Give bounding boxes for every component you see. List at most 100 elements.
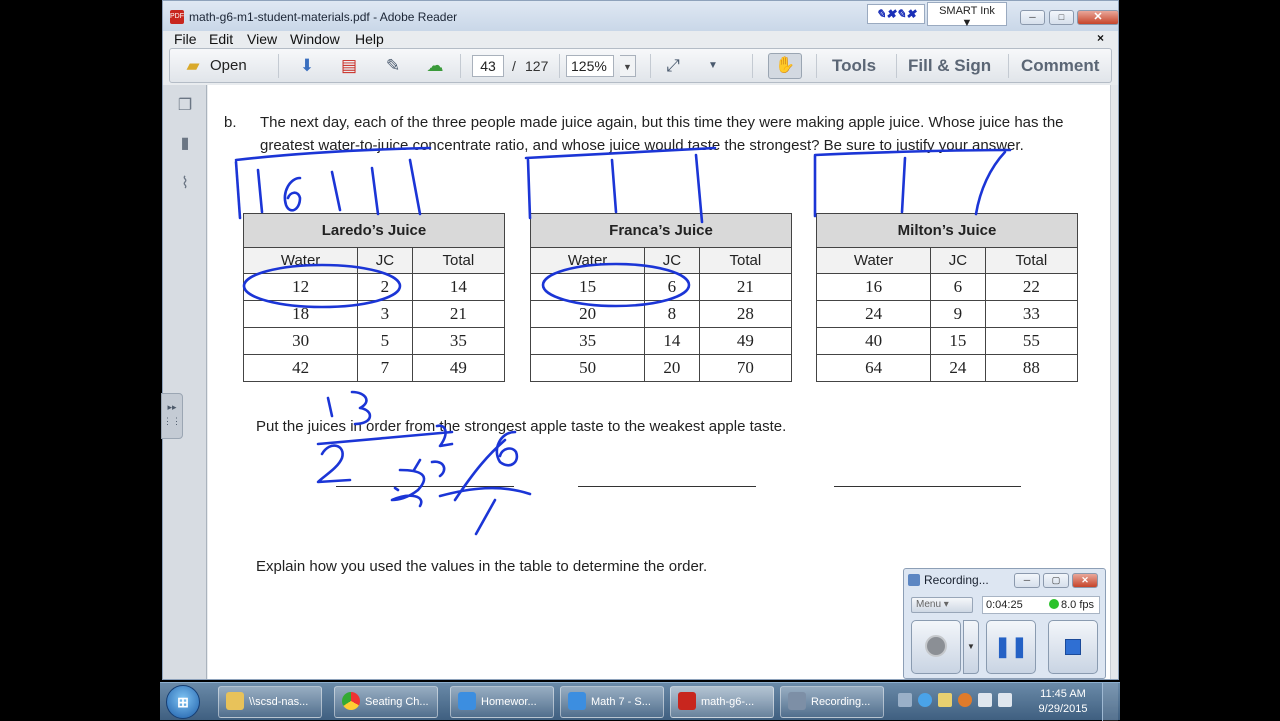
menu-help[interactable]: Help xyxy=(355,31,384,47)
taskbar-item-adobe-reader[interactable]: math-g6-... xyxy=(670,686,774,718)
document-close-icon[interactable]: × xyxy=(1097,31,1104,45)
toolbar-divider xyxy=(650,54,651,78)
stop-button[interactable] xyxy=(1048,620,1098,674)
record-options-chevron-icon[interactable]: ▼ xyxy=(963,620,979,674)
toolbar-divider xyxy=(816,54,817,78)
taskbar-item-recording[interactable]: Recording... xyxy=(780,686,884,718)
taskbar-item-chrome[interactable]: Seating Ch... xyxy=(334,686,438,718)
tray-network-icon[interactable] xyxy=(918,693,932,707)
table-cell: 14 xyxy=(644,327,700,355)
maximize-button[interactable]: □ xyxy=(1049,10,1074,25)
smart-ink-pens-icon[interactable]: ✎✖✎✖ xyxy=(867,4,925,24)
table-row: 15 6 21 xyxy=(529,273,793,301)
show-desktop-button[interactable] xyxy=(1102,683,1118,721)
recorder-app-icon xyxy=(908,574,920,586)
table-cell: 35 xyxy=(529,327,646,355)
table-row: 40 15 55 xyxy=(815,327,1079,355)
hand-tool-icon[interactable]: ✋ xyxy=(768,53,802,79)
close-button[interactable]: ✕ xyxy=(1077,10,1119,25)
record-button[interactable] xyxy=(911,620,961,674)
volume-icon[interactable] xyxy=(998,693,1012,707)
menu-file[interactable]: File xyxy=(174,31,197,47)
taskbar-clock[interactable]: 11:45 AM 9/29/2015 xyxy=(1028,687,1098,717)
recording-status: 0:04:25 8.0 fps xyxy=(982,596,1100,614)
attachments-paperclip-icon[interactable]: ⌇ xyxy=(176,173,194,193)
question-label: b. xyxy=(224,114,237,131)
table-cell: 49 xyxy=(698,327,793,355)
more-chevron-icon[interactable]: ▼ xyxy=(702,55,724,77)
folder-open-icon[interactable]: ▰ xyxy=(182,55,204,77)
save-icon[interactable]: ⬇ xyxy=(296,55,318,77)
franca-juice-table: Franca’s Juice Water JC Total 15 6 21 20 8 2… xyxy=(529,213,793,382)
tray-flag-icon[interactable] xyxy=(978,693,992,707)
menu-view[interactable]: View xyxy=(247,31,277,47)
answer-line-1 xyxy=(336,486,514,487)
pause-button[interactable]: ❚❚ xyxy=(986,620,1036,674)
fill-sign-tab[interactable]: Fill & Sign xyxy=(908,56,991,76)
answer-line-3 xyxy=(834,486,1021,487)
table-title: Laredo’s Juice xyxy=(243,213,505,248)
expand-arrows-icon: ▸▸ xyxy=(167,402,177,412)
question-text: The next day, each of the three people m… xyxy=(260,114,1064,154)
taskbar-item-math7[interactable]: Math 7 - S... xyxy=(560,686,664,718)
start-windows-icon[interactable]: ⊞ xyxy=(166,685,200,719)
column-header: Total xyxy=(984,247,1079,274)
taskbar-item-explorer[interactable]: \\scsd-nas... xyxy=(218,686,322,718)
recorder-minimize-button[interactable]: ─ xyxy=(1014,573,1040,588)
table-cell: 5 xyxy=(357,327,413,355)
taskbar-item-label: Homewor... xyxy=(481,696,537,708)
menu-window[interactable]: Window xyxy=(290,31,340,47)
edit-pencil-icon[interactable]: ✎ xyxy=(382,55,404,77)
table-row: 30 5 35 xyxy=(242,327,506,355)
zoom-dropdown-chevron-icon[interactable]: ▼ xyxy=(620,55,636,77)
table-cell: 15 xyxy=(930,327,986,355)
minimize-button[interactable]: ─ xyxy=(1020,10,1045,25)
recorder-close-button[interactable]: ✕ xyxy=(1072,573,1098,588)
smart-ink-label[interactable]: SMART Ink ▼ xyxy=(927,2,1007,29)
fit-page-icon[interactable]: ⤢ xyxy=(662,55,684,77)
grip-icon: ⋮⋮ xyxy=(163,416,181,426)
tools-tab[interactable]: Tools xyxy=(832,56,876,76)
table-cell: 14 xyxy=(411,273,506,301)
bookmarks-icon[interactable]: ▮ xyxy=(176,133,194,153)
column-header: Total xyxy=(698,247,793,274)
table-row: 50 20 70 xyxy=(529,354,793,382)
table-cell: 40 xyxy=(815,327,932,355)
toolbar-divider xyxy=(278,54,279,78)
tray-tool-icon[interactable] xyxy=(898,693,912,707)
table-cell: 7 xyxy=(357,354,413,382)
recorder-icon xyxy=(788,692,806,710)
clock-time: 11:45 AM xyxy=(1040,688,1086,700)
stop-icon xyxy=(1065,639,1081,655)
recorder-restore-button[interactable]: ▢ xyxy=(1043,573,1069,588)
upload-cloud-icon[interactable]: ☁ xyxy=(424,55,446,77)
smart-notebook-icon xyxy=(568,692,586,710)
record-dot-icon xyxy=(925,635,947,657)
tray-app-icon[interactable] xyxy=(958,693,972,707)
table-row: 12 2 14 xyxy=(242,273,506,301)
table-cell: 70 xyxy=(698,354,793,382)
page-number-input[interactable] xyxy=(472,55,504,77)
table-cell: 8 xyxy=(644,300,700,328)
vertical-scrollbar[interactable] xyxy=(1110,85,1118,679)
comment-tab[interactable]: Comment xyxy=(1021,56,1099,76)
recorder-menu-dropdown[interactable]: Menu ▾ xyxy=(911,597,973,613)
tray-notes-icon[interactable] xyxy=(938,693,952,707)
create-pdf-icon[interactable]: ▤ xyxy=(338,55,360,77)
page-thumbnails-icon[interactable]: ❐ xyxy=(176,95,194,115)
table-cell: 21 xyxy=(411,300,506,328)
table-cell: 20 xyxy=(644,354,700,382)
chevron-down-icon: ▼ xyxy=(961,17,973,29)
expand-pane-tab[interactable]: ▸▸ ⋮⋮ xyxy=(161,393,183,439)
menu-edit[interactable]: Edit xyxy=(209,31,233,47)
folder-icon xyxy=(226,692,244,710)
smart-notebook-icon xyxy=(458,692,476,710)
taskbar-item-homework[interactable]: Homewor... xyxy=(450,686,554,718)
zoom-input[interactable] xyxy=(566,55,614,77)
taskbar-item-label: Recording... xyxy=(811,696,871,708)
open-button[interactable]: Open xyxy=(210,53,247,79)
toolbar-divider xyxy=(460,54,461,78)
column-header: Water xyxy=(242,247,359,274)
recording-title: Recording... xyxy=(908,573,989,587)
column-header: JC xyxy=(644,247,700,274)
